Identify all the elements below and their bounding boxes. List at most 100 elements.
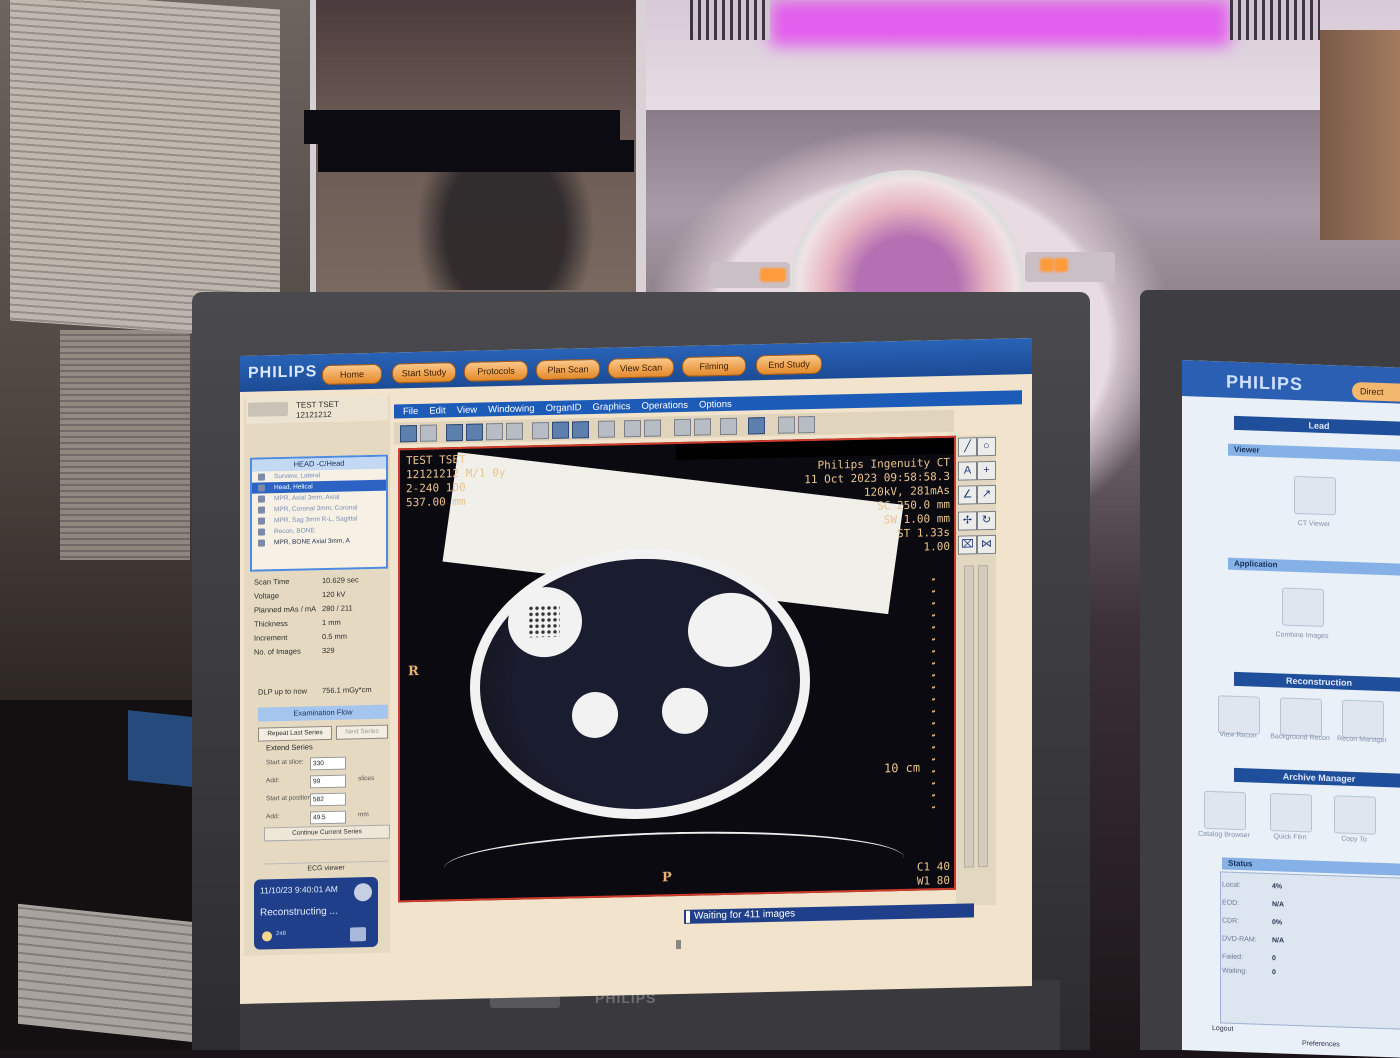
nav-filming-button[interactable]: Filming bbox=[682, 355, 746, 377]
mpr-icon[interactable] bbox=[532, 421, 549, 440]
next-series-button[interactable]: Next Series bbox=[336, 724, 388, 740]
layout-1x1-icon[interactable] bbox=[446, 423, 463, 442]
ct-viewer-icon[interactable] bbox=[1294, 475, 1336, 516]
stack-icon[interactable] bbox=[778, 416, 795, 434]
ellipse-tool-icon[interactable]: ○ bbox=[977, 436, 996, 457]
logout-button[interactable]: Logout bbox=[1212, 1025, 1233, 1033]
copy-to-label: Copy To bbox=[1341, 835, 1367, 844]
status-row: CDR: 0% bbox=[1222, 917, 1283, 927]
orientation-label-left: R bbox=[408, 663, 419, 680]
add-mm-input[interactable]: 49.5 bbox=[310, 810, 346, 825]
preferences-button[interactable]: Preferences bbox=[1302, 1040, 1340, 1048]
line-tool-icon[interactable]: ╱ bbox=[958, 437, 977, 457]
annotation-tools: ╱ ○ A + ∠ ↗ ✢ ↻ ⌧ ⋈ bbox=[956, 434, 996, 906]
overlay-window-level: C1 40 W1 80 bbox=[916, 859, 950, 888]
status-panel bbox=[1220, 871, 1400, 1030]
layout-3x3-icon[interactable] bbox=[486, 423, 503, 441]
wall-paper bbox=[10, 0, 280, 340]
add-slices-input[interactable]: 99 bbox=[310, 774, 346, 789]
ct-viewer-label: CT Viewer bbox=[1297, 520, 1331, 529]
menu-file[interactable]: File bbox=[403, 405, 418, 416]
gantry-led bbox=[1054, 258, 1068, 272]
status-card: 11/10/23 9:40:01 AM Reconstructing ... 2… bbox=[254, 876, 378, 950]
menu-organid[interactable]: OrganID bbox=[546, 402, 582, 414]
series-item[interactable]: MPR, BONE Axial 3mm, A bbox=[252, 535, 386, 549]
status-icon bbox=[354, 883, 372, 902]
catalog-browser-icon[interactable] bbox=[1204, 790, 1246, 831]
menu-windowing[interactable]: Windowing bbox=[488, 403, 534, 415]
menu-options[interactable]: Options bbox=[699, 398, 732, 410]
image-viewport[interactable]: TEST TSET 12121212 M/1 0y 2-240 1D0 537.00 … bbox=[398, 435, 956, 903]
network-icon bbox=[350, 927, 366, 942]
window-slider[interactable] bbox=[964, 565, 974, 868]
pan-hand-icon[interactable] bbox=[674, 418, 691, 437]
combine-images-icon[interactable] bbox=[1282, 587, 1324, 627]
menu-edit[interactable]: Edit bbox=[429, 405, 445, 416]
start-slice-input[interactable]: 330 bbox=[310, 756, 346, 771]
contrast-icon[interactable] bbox=[598, 420, 615, 438]
application-section: Application bbox=[1228, 557, 1400, 576]
nav-protocols-button[interactable]: Protocols bbox=[464, 360, 528, 382]
mirror-tool-icon[interactable]: ⋈ bbox=[977, 534, 996, 555]
layout-grid-icon[interactable] bbox=[506, 422, 523, 440]
text-tool-icon[interactable]: A bbox=[958, 461, 977, 481]
rotate-tool-icon[interactable]: ↻ bbox=[977, 510, 996, 531]
scale-label: 10 cm bbox=[884, 760, 921, 776]
view-recon-icon[interactable] bbox=[1218, 695, 1260, 735]
add-slices-row: Add: 99 slices bbox=[266, 774, 390, 792]
arrow-tool-icon[interactable]: ↗ bbox=[977, 484, 996, 505]
patient-name: TEST TSET bbox=[296, 399, 339, 410]
scale-ruler bbox=[932, 578, 935, 809]
recon-manager-icon[interactable] bbox=[1342, 699, 1384, 740]
wall-paper bbox=[60, 330, 190, 560]
phantom-body bbox=[470, 545, 810, 823]
viewer-section: Viewer bbox=[1228, 443, 1400, 462]
quick-film-icon[interactable] bbox=[1270, 793, 1312, 833]
start-position-row: Start at position: 582 bbox=[266, 792, 390, 810]
direct-button[interactable]: Direct bbox=[1352, 381, 1400, 403]
pointer-icon[interactable] bbox=[624, 419, 641, 438]
status-row: DVD-RAM: N/A bbox=[1222, 935, 1285, 945]
series-icon bbox=[258, 528, 265, 536]
secondary-top-bar: PHILIPS Direct bbox=[1182, 360, 1400, 404]
angle-tool-icon[interactable]: ∠ bbox=[958, 485, 977, 505]
progress-icon bbox=[686, 910, 690, 923]
series-icon bbox=[258, 517, 265, 525]
level-slider[interactable] bbox=[978, 565, 988, 868]
menu-graphics[interactable]: Graphics bbox=[592, 401, 630, 413]
series-icon bbox=[258, 506, 265, 514]
ceiling-vent bbox=[1230, 0, 1320, 40]
split-view-icon[interactable] bbox=[748, 417, 765, 435]
move-tool-icon[interactable]: ✢ bbox=[958, 511, 977, 531]
nav-view-scan-button[interactable]: View Scan bbox=[608, 357, 674, 379]
menu-view[interactable]: View bbox=[457, 404, 477, 415]
ecg-viewer-button[interactable]: ECG viewer bbox=[264, 860, 388, 877]
camera-icon[interactable] bbox=[420, 424, 437, 442]
copy-to-icon[interactable] bbox=[1334, 795, 1376, 835]
crosshair-tool-icon[interactable]: + bbox=[977, 460, 996, 481]
nav-end-study-button[interactable]: End Study bbox=[756, 353, 822, 376]
menu-operations[interactable]: Operations bbox=[642, 399, 688, 411]
zoom-icon[interactable] bbox=[694, 418, 711, 436]
nav-start-study-button[interactable]: Start Study bbox=[392, 362, 456, 384]
phantom-hole-grid bbox=[528, 604, 560, 638]
start-position-input[interactable]: 582 bbox=[310, 792, 346, 807]
save-icon[interactable] bbox=[400, 424, 417, 443]
extend-series-label: Extend Series bbox=[266, 742, 313, 753]
filter-icon[interactable] bbox=[720, 417, 737, 436]
background-recon-icon[interactable] bbox=[1280, 697, 1322, 737]
grid-icon[interactable] bbox=[572, 421, 589, 439]
nav-home-button[interactable]: Home bbox=[322, 363, 382, 386]
repeat-last-series-button[interactable]: Repeat Last Series bbox=[258, 725, 332, 742]
layout-2x2-icon[interactable] bbox=[466, 423, 483, 441]
roi-icon[interactable] bbox=[644, 419, 661, 437]
flip-tool-icon[interactable]: ⌧ bbox=[958, 535, 977, 555]
series-icon bbox=[258, 495, 265, 503]
nav-plan-scan-button[interactable]: Plan Scan bbox=[536, 358, 600, 381]
continue-current-series-button[interactable]: Continue Current Series bbox=[264, 824, 390, 842]
reset-icon[interactable] bbox=[798, 415, 815, 434]
dlp-readout: DLP up to now 756.1 mGy*cm bbox=[258, 685, 372, 697]
tile-icon[interactable] bbox=[552, 421, 569, 439]
patient-banner: TEST TSET 12121212 bbox=[246, 394, 388, 424]
philips-logo: PHILIPS bbox=[248, 363, 318, 382]
